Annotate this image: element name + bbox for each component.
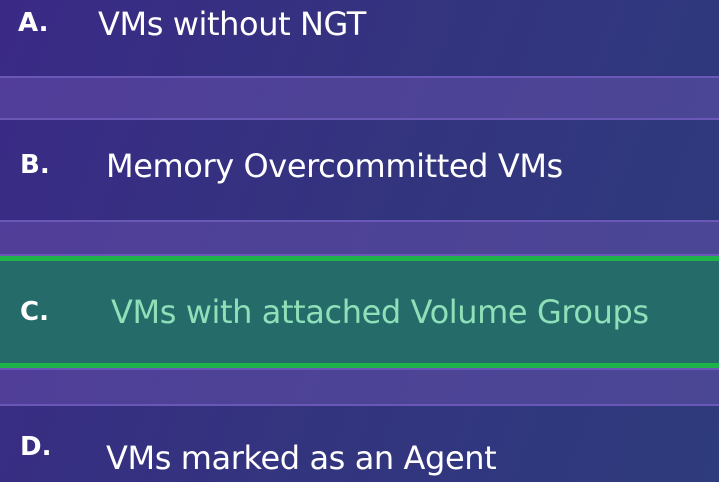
separator-band-1 [0, 76, 719, 120]
separator-band-3 [0, 368, 719, 406]
option-d[interactable]: D. VMs marked as an Agent [0, 406, 719, 482]
option-text: Memory Overcommitted VMs [106, 147, 563, 185]
option-letter: B. [20, 150, 50, 180]
option-letter: D. [20, 432, 52, 462]
separator-band-2 [0, 220, 719, 256]
option-c[interactable]: C. VMs with attached Volume Groups [0, 256, 719, 368]
option-text: VMs with attached Volume Groups [111, 293, 649, 331]
option-a[interactable]: A. VMs without NGT [0, 0, 719, 76]
option-letter: A. [18, 8, 49, 38]
option-b[interactable]: B. Memory Overcommitted VMs [0, 120, 719, 220]
option-letter: C. [20, 297, 49, 327]
option-text: VMs marked as an Agent [106, 439, 497, 477]
option-text: VMs without NGT [98, 5, 366, 43]
